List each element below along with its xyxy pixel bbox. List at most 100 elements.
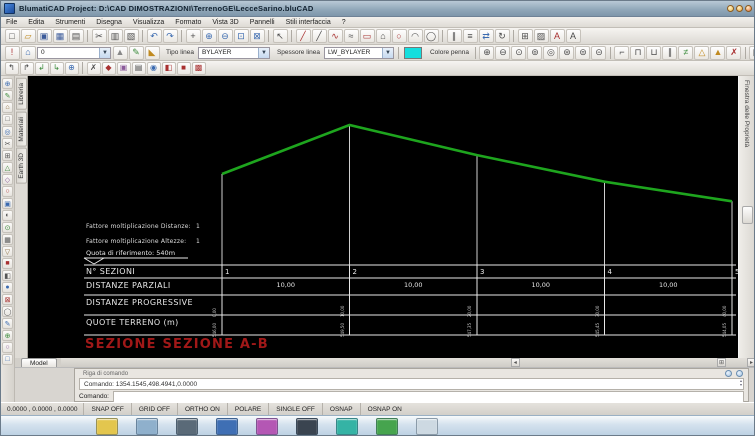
zoom-extents-icon[interactable]: ⊠ <box>250 29 265 43</box>
menu-edita[interactable]: Edita <box>28 19 44 26</box>
menu-pannelli[interactable]: Pannelli <box>250 19 275 26</box>
status-toggle-osnap-on[interactable]: OSNAP ON <box>360 403 409 415</box>
tool-layers-icon[interactable]: ▣ <box>2 198 13 209</box>
dim-aligned-icon[interactable]: ⊓ <box>630 46 645 60</box>
panel-expand-handle[interactable] <box>742 206 753 224</box>
print-icon[interactable]: ▤ <box>69 29 84 43</box>
tool-solid-icon[interactable]: ■ <box>2 258 13 269</box>
rotate-icon[interactable]: ↻ <box>495 29 510 43</box>
taskbar-app-1[interactable] <box>96 418 118 435</box>
region-icon[interactable]: ◧ <box>162 62 176 75</box>
minimize-button[interactable] <box>727 5 734 12</box>
sidebar-tab-materiali[interactable]: Materiali <box>16 112 27 147</box>
delete-icon[interactable]: ✗ <box>87 62 101 75</box>
block-icon[interactable]: ▤ <box>132 62 146 75</box>
taskbar-app-9[interactable] <box>416 418 438 435</box>
menu-file[interactable]: File <box>6 19 17 26</box>
layer-match-icon[interactable]: ◣ <box>145 46 160 60</box>
taskbar-app-3[interactable] <box>176 418 198 435</box>
tool-shade-icon[interactable]: ◧ <box>2 270 13 281</box>
taskbar-app-7[interactable] <box>336 418 358 435</box>
measure-icon[interactable]: ≠ <box>678 46 693 60</box>
zoom-out-icon[interactable]: ⊖ <box>218 29 233 43</box>
properties-panel-collapsed[interactable]: Finestra delle Proprietà <box>738 76 755 358</box>
tool-point-icon[interactable]: ● <box>2 282 13 293</box>
paste-icon[interactable]: ▧ <box>124 29 139 43</box>
horizontal-scrollbar[interactable]: ◂ ⊞ ▸ <box>61 358 755 367</box>
tool-target-icon[interactable]: ◎ <box>2 126 13 137</box>
tool-dot-icon[interactable]: ⊙ <box>2 222 13 233</box>
scroll-left-icon[interactable]: ◂ <box>511 358 520 367</box>
zoom-scale-icon[interactable]: ◎ <box>543 46 558 60</box>
layer-up-icon[interactable]: ▲ <box>113 46 128 60</box>
refresh-icon[interactable]: ⊕ <box>65 62 79 75</box>
plot-icon[interactable]: ▤ <box>749 46 755 60</box>
polyline-icon[interactable]: ∿ <box>328 29 343 43</box>
zoom-window-icon[interactable]: ⊙ <box>511 46 526 60</box>
scroll-grid-icon[interactable]: ⊞ <box>717 358 726 367</box>
text-style-icon[interactable]: A <box>550 29 565 43</box>
circle-icon[interactable]: ○ <box>392 29 407 43</box>
image-icon[interactable]: ◉ <box>147 62 161 75</box>
open-folder-icon[interactable]: ▱ <box>21 29 36 43</box>
tool-grid-icon[interactable]: ⊞ <box>2 150 13 161</box>
zoom-extents-icon[interactable]: ⊝ <box>591 46 606 60</box>
layer-manager-icon[interactable]: ⌂ <box>21 46 36 60</box>
undo-icon[interactable]: ↶ <box>147 29 162 43</box>
rectangle-icon[interactable]: ▭ <box>360 29 375 43</box>
taskbar-app-6[interactable] <box>296 418 318 435</box>
taskbar-app-5[interactable] <box>256 418 278 435</box>
ucs-world-icon[interactable]: ↱ <box>20 62 34 75</box>
layer-edit-icon[interactable]: ✎ <box>129 46 144 60</box>
select-icon[interactable]: ↖ <box>273 29 288 43</box>
hatch-icon[interactable]: ▨ <box>534 29 549 43</box>
tool-close-icon[interactable]: ⊠ <box>2 294 13 305</box>
construction-line-icon[interactable]: ╱ <box>312 29 327 43</box>
pan-icon[interactable]: + <box>186 29 201 43</box>
view-rotate-icon[interactable]: ↲ <box>35 62 49 75</box>
arc-icon[interactable]: ◠ <box>408 29 423 43</box>
taskbar-app-2[interactable] <box>136 418 158 435</box>
dim-ordinate-icon[interactable]: ⊔ <box>646 46 661 60</box>
history-scroll-spinner[interactable]: ▴▾ <box>740 379 742 387</box>
taskbar-app-8[interactable] <box>376 418 398 435</box>
mesh-icon[interactable]: ▩ <box>192 62 206 75</box>
grid-icon[interactable]: ⊞ <box>518 29 533 43</box>
zoom-in-icon[interactable]: ⊕ <box>202 29 217 43</box>
sidebar-tab-libreria[interactable]: Libreria <box>16 78 27 110</box>
view-pan-icon[interactable]: ↳ <box>50 62 64 75</box>
tool-plus-icon[interactable]: ⊕ <box>2 330 13 341</box>
cut-icon[interactable]: ✂ <box>92 29 107 43</box>
parallel-icon[interactable]: ∥ <box>447 29 462 43</box>
zoom-all-icon[interactable]: ⊜ <box>575 46 590 60</box>
menu-strumenti[interactable]: Strumenti <box>55 19 85 26</box>
stamp-icon[interactable]: ▣ <box>117 62 131 75</box>
line-icon[interactable]: ╱ <box>296 29 311 43</box>
menu-disegna[interactable]: Disegna <box>96 19 122 26</box>
offset-icon[interactable]: ≡ <box>463 29 478 43</box>
close-button[interactable] <box>745 5 752 12</box>
zoom-window-icon[interactable]: ⊡ <box>234 29 249 43</box>
dim-area-icon[interactable]: ▲ <box>710 46 725 60</box>
tool-circle-icon[interactable]: ○ <box>2 186 13 197</box>
tool-home-icon[interactable]: ⌂ <box>2 102 13 113</box>
pen-color-swatch[interactable] <box>404 47 422 59</box>
move-icon[interactable]: ⇄ <box>479 29 494 43</box>
tool-rect-icon[interactable]: □ <box>2 114 13 125</box>
tab-model[interactable]: Model <box>21 358 57 367</box>
dim-linear-icon[interactable]: ⌐ <box>614 46 629 60</box>
zoom-previous-icon[interactable]: ⊖ <box>495 46 510 60</box>
copy-icon[interactable]: ▥ <box>108 29 123 43</box>
new-file-icon[interactable]: □ <box>5 29 20 43</box>
dim-parallel-icon[interactable]: ∥ <box>662 46 677 60</box>
erase-icon[interactable]: ◆ <box>102 62 116 75</box>
zoom-dynamic-icon[interactable]: ⊚ <box>527 46 542 60</box>
text-icon[interactable]: A <box>566 29 581 43</box>
status-toggle-ortho-on[interactable]: ORTHO ON <box>177 403 227 415</box>
menu-vista-3d[interactable]: Vista 3D <box>212 19 238 26</box>
spessore-linea-select[interactable]: LW_BYLAYER ▼ <box>324 47 394 59</box>
taskbar-app-4[interactable] <box>216 418 238 435</box>
zoom-center-icon[interactable]: ⊛ <box>559 46 574 60</box>
tool-zoom-icon[interactable]: ⊕ <box>2 78 13 89</box>
status-toggle-single-off[interactable]: SINGLE OFF <box>268 403 322 415</box>
